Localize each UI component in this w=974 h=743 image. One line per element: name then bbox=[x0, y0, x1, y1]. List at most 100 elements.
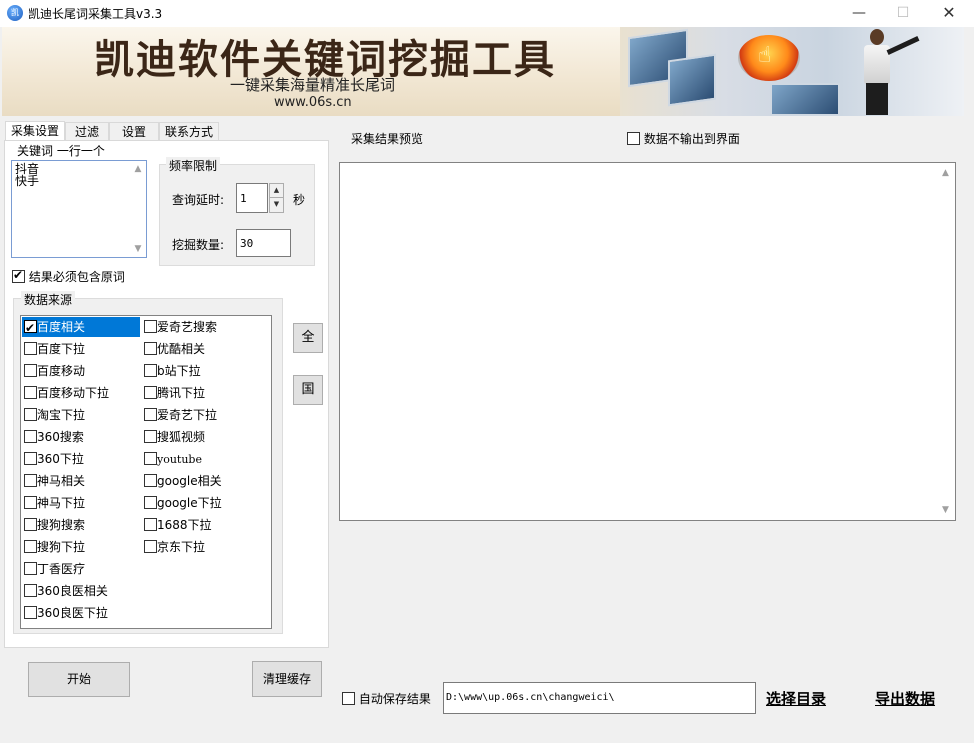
keyword-line: 快手 bbox=[15, 174, 40, 188]
tab-contact[interactable]: 联系方式 bbox=[159, 122, 219, 141]
keywords-textarea[interactable]: 抖音 快手 ▲ ▼ bbox=[11, 160, 147, 258]
source-item[interactable]: 爱奇艺搜索 bbox=[142, 317, 217, 337]
checkbox-icon[interactable] bbox=[24, 540, 37, 553]
source-item[interactable]: 淘宝下拉 bbox=[22, 405, 85, 425]
spin-up-icon[interactable]: ▲ bbox=[270, 184, 283, 198]
must-include-checkbox[interactable]: 结果必须包含原词 bbox=[12, 268, 125, 285]
minimize-icon[interactable]: — bbox=[836, 0, 882, 27]
checkbox-icon[interactable] bbox=[144, 408, 157, 421]
collect-settings-panel: 关键词 一行一个 抖音 快手 ▲ ▼ 频率限制 查询延时: 1 ▲ ▼ 秒 挖掘… bbox=[4, 140, 329, 648]
preview-label: 采集结果预览 bbox=[351, 132, 424, 146]
source-item[interactable]: 360良医下拉 bbox=[22, 603, 108, 623]
select-all-button[interactable]: 全 bbox=[293, 323, 323, 353]
auto-save-label: 自动保存结果 bbox=[358, 692, 431, 706]
pointing-hand-icon: ☝ bbox=[758, 43, 772, 68]
source-item[interactable]: 1688下拉 bbox=[142, 515, 212, 535]
checkbox-icon[interactable] bbox=[144, 342, 157, 355]
data-source-list: 百度相关 百度下拉 百度移动 百度移动下拉 淘宝下拉 360搜索 360下拉 神… bbox=[20, 315, 272, 629]
checkbox-icon[interactable] bbox=[24, 496, 37, 509]
checkbox-icon[interactable] bbox=[24, 606, 37, 619]
checkbox-icon[interactable] bbox=[24, 452, 37, 465]
title-bar: 凯 凯迪长尾词采集工具v3.3 — ☐ ✕ bbox=[0, 0, 974, 27]
source-item[interactable]: 360搜索 bbox=[22, 427, 84, 447]
scroll-down-icon[interactable]: ▼ bbox=[131, 242, 145, 256]
checkbox-icon[interactable] bbox=[144, 386, 157, 399]
source-item[interactable]: 百度移动下拉 bbox=[22, 383, 109, 403]
result-scrollbar[interactable]: ▲ ▼ bbox=[937, 164, 954, 519]
checkbox-icon[interactable] bbox=[24, 386, 37, 399]
source-item[interactable]: 腾讯下拉 bbox=[142, 383, 205, 403]
keywords-scrollbar[interactable]: ▲ ▼ bbox=[131, 162, 145, 256]
banner-illustration: ☝ bbox=[620, 27, 964, 116]
checkbox-icon[interactable] bbox=[24, 474, 37, 487]
start-button[interactable]: 开始 bbox=[28, 662, 130, 697]
source-item[interactable]: google相关 bbox=[142, 471, 222, 491]
no-output-label: 数据不输出到界面 bbox=[643, 132, 740, 146]
checkbox-icon[interactable] bbox=[12, 268, 25, 283]
banner-subtitle: 一键采集海量精准长尾词 bbox=[230, 76, 396, 94]
source-item[interactable]: google下拉 bbox=[142, 493, 222, 513]
choose-directory-button[interactable]: 选择目录 bbox=[766, 688, 826, 709]
checkbox-icon[interactable] bbox=[24, 364, 37, 377]
checkbox-icon[interactable] bbox=[144, 364, 157, 377]
checkbox-icon[interactable] bbox=[144, 518, 157, 531]
export-data-button[interactable]: 导出数据 bbox=[875, 688, 935, 709]
checkbox-icon[interactable] bbox=[627, 132, 640, 145]
checkbox-icon[interactable] bbox=[24, 562, 37, 575]
checkbox-icon[interactable] bbox=[24, 518, 37, 531]
checkbox-icon[interactable] bbox=[144, 430, 157, 443]
delay-stepper[interactable]: ▲ ▼ bbox=[269, 183, 284, 213]
source-item[interactable]: 360下拉 bbox=[22, 449, 84, 469]
checkbox-icon[interactable] bbox=[24, 430, 37, 443]
no-output-checkbox[interactable]: 数据不输出到界面 bbox=[627, 130, 740, 147]
source-item[interactable]: b站下拉 bbox=[142, 361, 201, 381]
checkbox-icon[interactable] bbox=[24, 342, 37, 355]
source-item[interactable]: 百度移动 bbox=[22, 361, 85, 381]
source-item[interactable]: 丁香医疗 bbox=[22, 559, 85, 579]
banner-url: www.06s.cn bbox=[274, 95, 352, 110]
must-include-label: 结果必须包含原词 bbox=[28, 270, 125, 284]
source-item[interactable]: 神马下拉 bbox=[22, 493, 85, 513]
banner: 凯迪软件关键词挖掘工具 一键采集海量精准长尾词 www.06s.cn ☝ bbox=[2, 27, 964, 116]
scroll-up-icon[interactable]: ▲ bbox=[131, 162, 145, 176]
maximize-icon[interactable]: ☐ bbox=[880, 0, 926, 27]
checkbox-icon[interactable] bbox=[24, 408, 37, 421]
source-item[interactable]: 搜狐视频 bbox=[142, 427, 205, 447]
source-item[interactable]: 百度下拉 bbox=[22, 339, 85, 359]
monitor-graphic bbox=[770, 83, 840, 116]
checkbox-icon[interactable] bbox=[24, 584, 37, 597]
tab-collect-settings[interactable]: 采集设置 bbox=[5, 121, 65, 142]
source-item[interactable]: 京东下拉 bbox=[142, 537, 205, 557]
checkbox-icon[interactable] bbox=[144, 320, 157, 333]
checkbox-icon[interactable] bbox=[144, 452, 157, 465]
result-preview-area[interactable]: ▲ ▼ bbox=[339, 162, 956, 521]
scroll-down-icon[interactable]: ▼ bbox=[937, 503, 954, 517]
save-path-input[interactable]: D:\www\up.06s.cn\changweici\ bbox=[443, 682, 756, 714]
count-input[interactable]: 30 bbox=[236, 229, 291, 257]
delay-label: 查询延时: bbox=[172, 193, 225, 207]
checkbox-icon[interactable] bbox=[144, 496, 157, 509]
delay-input[interactable]: 1 bbox=[236, 183, 268, 213]
tab-filter[interactable]: 过滤 bbox=[65, 122, 109, 141]
source-item[interactable]: 360良医相关 bbox=[22, 581, 108, 601]
checkbox-icon[interactable] bbox=[342, 692, 355, 705]
select-domestic-button[interactable]: 国 bbox=[293, 375, 323, 405]
auto-save-checkbox[interactable]: 自动保存结果 bbox=[342, 690, 431, 707]
source-item[interactable]: 神马相关 bbox=[22, 471, 85, 491]
source-item[interactable]: 搜狗下拉 bbox=[22, 537, 85, 557]
clear-cache-button[interactable]: 清理缓存 bbox=[252, 661, 322, 697]
spin-down-icon[interactable]: ▼ bbox=[270, 198, 283, 212]
source-item[interactable]: 优酷相关 bbox=[142, 339, 205, 359]
scroll-up-icon[interactable]: ▲ bbox=[937, 166, 954, 180]
checkbox-icon[interactable] bbox=[24, 318, 37, 338]
checkbox-icon[interactable] bbox=[144, 474, 157, 487]
source-item[interactable]: youtube bbox=[142, 449, 202, 469]
tab-settings[interactable]: 设置 bbox=[109, 122, 159, 141]
person-graphic bbox=[852, 29, 920, 115]
checkbox-icon[interactable] bbox=[144, 540, 157, 553]
source-item[interactable]: 百度相关 bbox=[22, 317, 140, 338]
frequency-group-label: 频率限制 bbox=[166, 157, 221, 174]
close-icon[interactable]: ✕ bbox=[926, 0, 972, 27]
source-item[interactable]: 爱奇艺下拉 bbox=[142, 405, 217, 425]
source-item[interactable]: 搜狗搜索 bbox=[22, 515, 85, 535]
